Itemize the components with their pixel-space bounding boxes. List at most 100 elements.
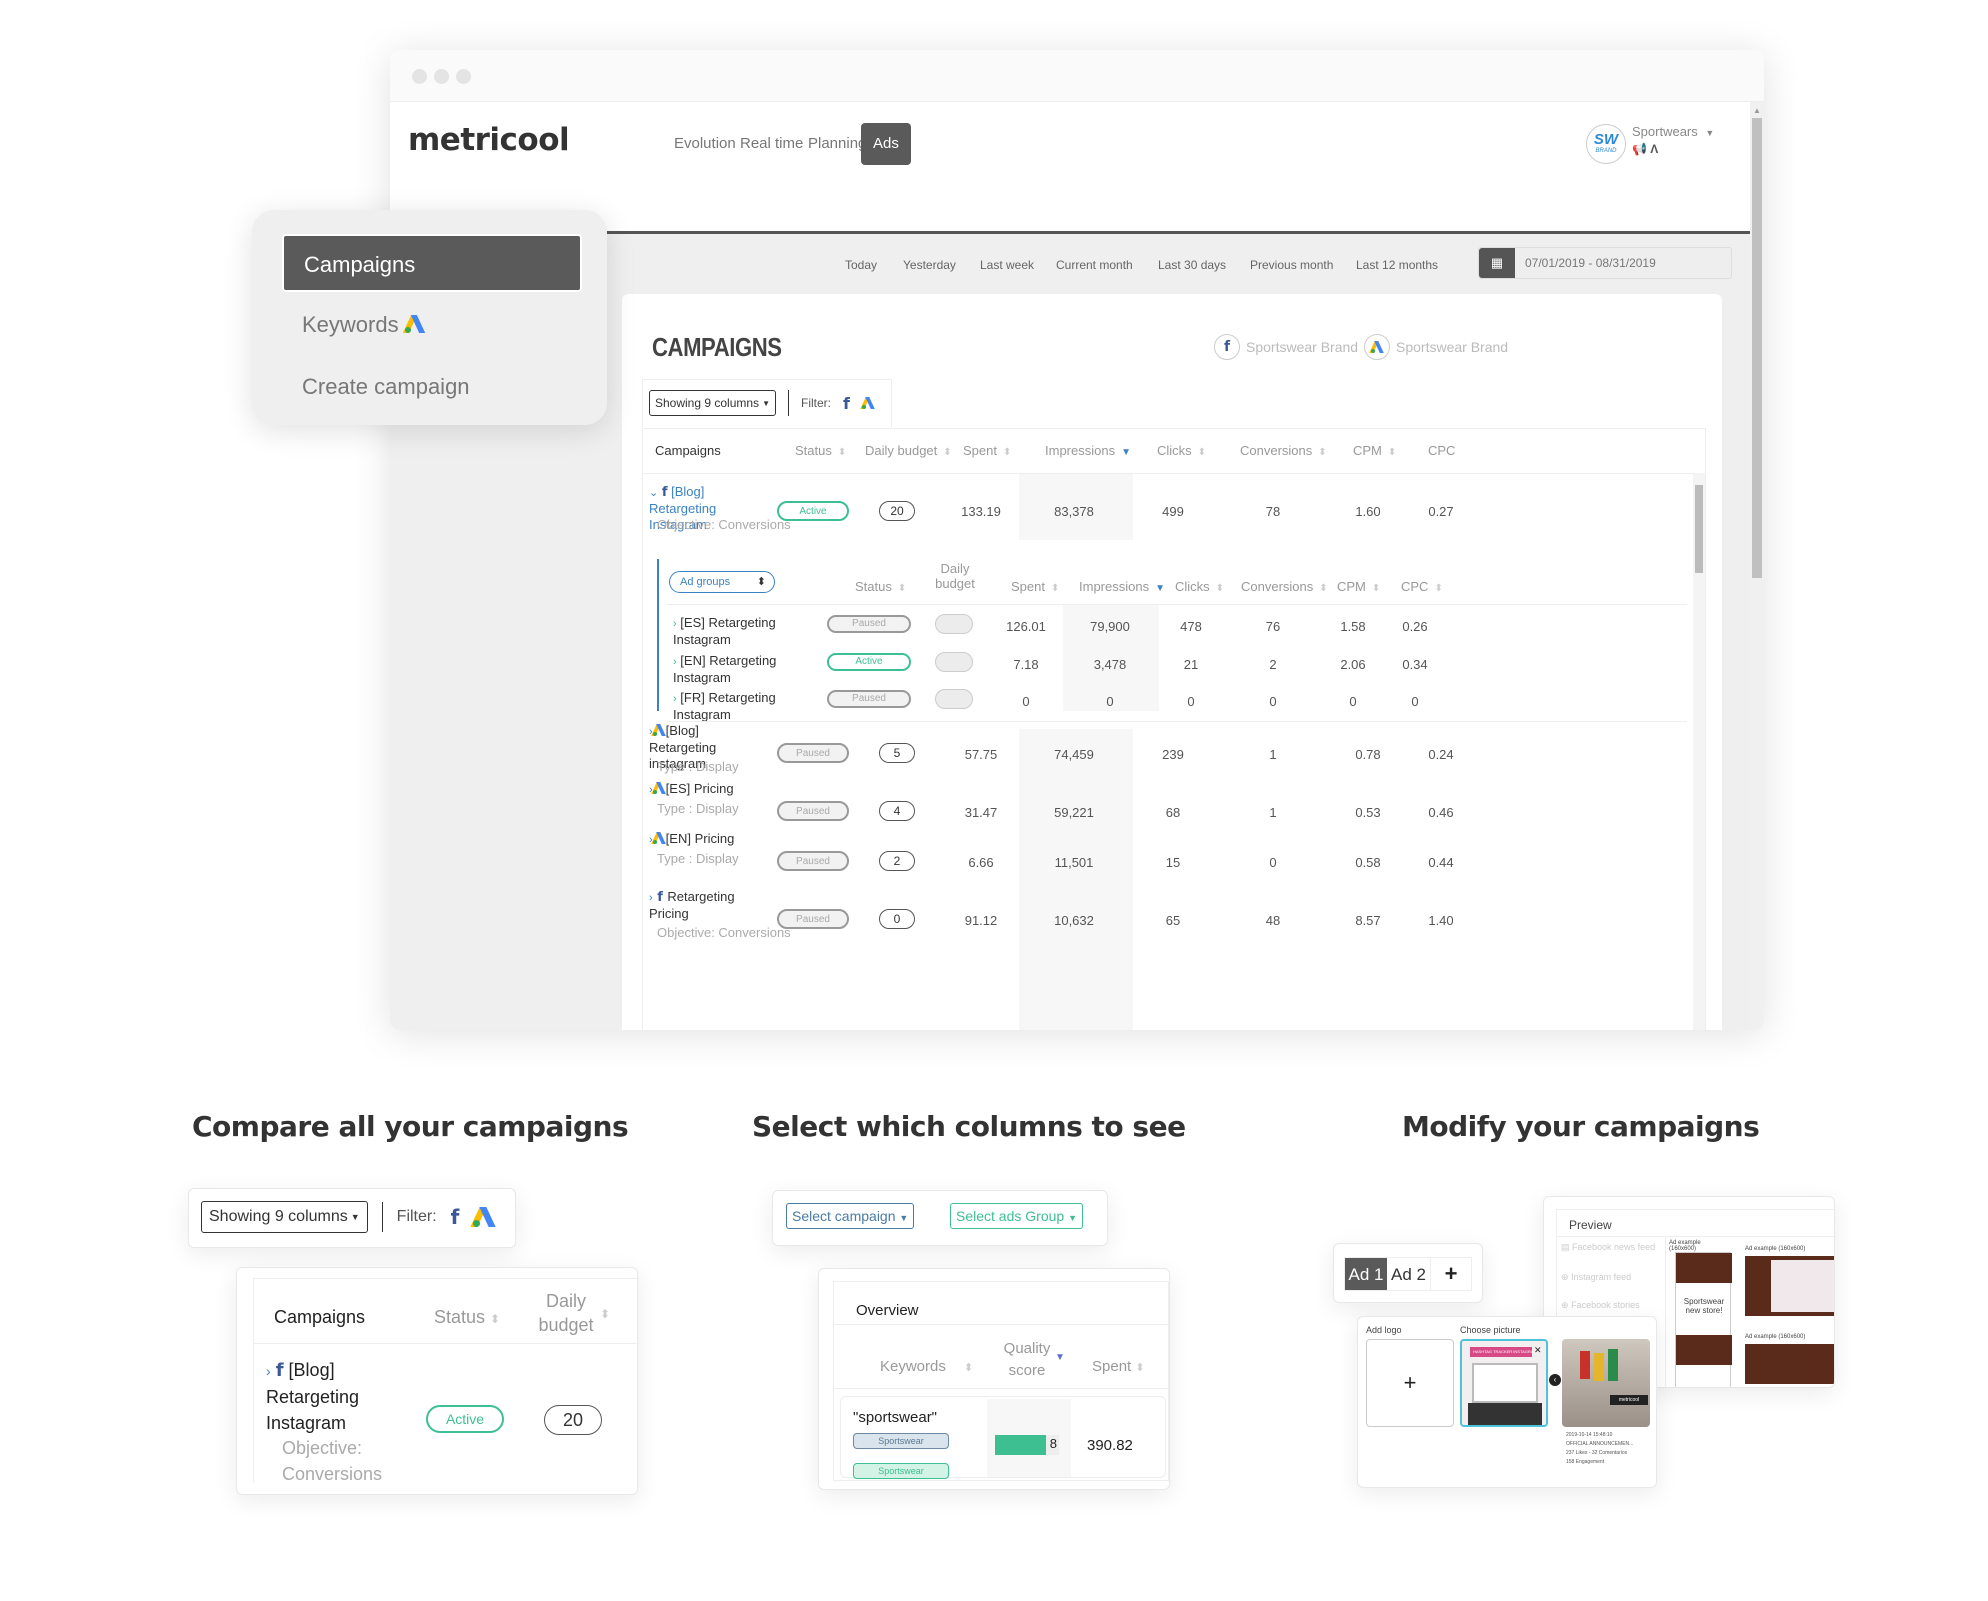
picture-option[interactable]: metricool bbox=[1562, 1339, 1650, 1427]
tab-ad-2[interactable]: Ad 2 bbox=[1387, 1258, 1431, 1290]
menu-item-keywords[interactable]: Keywords bbox=[282, 296, 582, 354]
columns-select-button[interactable]: Showing 9 columns ▼ bbox=[649, 390, 776, 416]
range-current-month[interactable]: Current month bbox=[1056, 258, 1133, 272]
window-maximize-dot[interactable] bbox=[456, 69, 471, 84]
col-clicks[interactable]: Clicks ⬍ bbox=[1157, 429, 1206, 473]
brand-switcher[interactable]: Sportwears ▼ bbox=[1632, 124, 1714, 139]
adgroup-name[interactable]: › [ES] Retargeting Instagram bbox=[673, 615, 823, 648]
range-last-week[interactable]: Last week bbox=[980, 258, 1034, 272]
sub-col-status[interactable]: Status ⬍ bbox=[855, 569, 906, 613]
calendar-icon[interactable]: ▦ bbox=[1479, 248, 1515, 278]
sub-col-cpc[interactable]: CPC ⬍ bbox=[1401, 569, 1443, 613]
scroll-thumb[interactable] bbox=[1752, 118, 1762, 578]
range-previous-month[interactable]: Previous month bbox=[1250, 258, 1333, 272]
add-ad-button[interactable]: + bbox=[1431, 1258, 1471, 1290]
daily-budget-value[interactable]: 2 bbox=[879, 851, 915, 871]
campaign-name[interactable]: › [EN] Pricing bbox=[649, 831, 769, 848]
adgroup-name[interactable]: › [FR] Retargeting Instagram bbox=[673, 690, 823, 723]
placement-facebook-news-feed[interactable]: ▤ Facebook news feed bbox=[1561, 1242, 1661, 1253]
date-range-picker[interactable]: ▦ 07/01/2019 - 08/31/2019 bbox=[1478, 247, 1732, 279]
status-badge[interactable]: Paused bbox=[827, 615, 911, 633]
post-date: 2019-10-14 15:48:10 bbox=[1566, 1432, 1613, 1438]
columns-select-button[interactable]: Showing 9 columns ▼ bbox=[201, 1201, 368, 1233]
col-conversions[interactable]: Conversions ⬍ bbox=[1240, 429, 1327, 473]
scroll-thumb[interactable] bbox=[1695, 485, 1703, 573]
col-daily-budget[interactable]: Daily budget ⬍ bbox=[865, 429, 952, 473]
col-impressions[interactable]: Impressions ▼ bbox=[1045, 429, 1131, 473]
range-today[interactable]: Today bbox=[845, 258, 877, 272]
daily-budget-value[interactable]: 5 bbox=[879, 743, 915, 763]
adgroup-name[interactable]: › [EN] Retargeting Instagram bbox=[673, 653, 823, 686]
laptop-image bbox=[1472, 1363, 1538, 1403]
keyword-row[interactable]: "sportswear" Sportswear Sportswear 8 390… bbox=[840, 1396, 1166, 1479]
select-campaign-dropdown[interactable]: Select campaign ▼ bbox=[786, 1203, 915, 1229]
ad-example-tall[interactable]: Sportswear new store! bbox=[1675, 1252, 1732, 1387]
daily-budget-value[interactable] bbox=[935, 652, 973, 672]
placement-facebook-stories[interactable]: ⊕ Facebook stories bbox=[1561, 1300, 1661, 1311]
range-yesterday[interactable]: Yesterday bbox=[903, 258, 956, 272]
window-minimize-dot[interactable] bbox=[434, 69, 449, 84]
window-close-dot[interactable] bbox=[412, 69, 427, 84]
filter-facebook-icon[interactable]: f bbox=[843, 394, 850, 413]
daily-budget-value[interactable]: 20 bbox=[544, 1405, 602, 1435]
account-google-ads[interactable]: Sportswear Brand bbox=[1364, 334, 1508, 360]
col-status[interactable]: Status ⬍ bbox=[434, 1307, 500, 1328]
close-icon[interactable]: ✕ bbox=[1534, 1345, 1542, 1356]
ad-example-wide[interactable] bbox=[1745, 1256, 1834, 1316]
brand-avatar[interactable]: SW BRAND bbox=[1586, 124, 1626, 164]
tab-ad-1[interactable]: Ad 1 bbox=[1345, 1258, 1387, 1290]
status-badge[interactable]: Active bbox=[827, 653, 911, 671]
col-cpc[interactable]: CPC bbox=[1428, 429, 1455, 473]
metricool-logo[interactable]: metricool bbox=[408, 122, 570, 158]
status-badge[interactable]: Paused bbox=[827, 690, 911, 708]
sub-col-conversions[interactable]: Conversions ⬍ bbox=[1241, 569, 1328, 613]
col-quality-score[interactable]: Quality score bbox=[1002, 1338, 1052, 1382]
status-badge[interactable]: Paused bbox=[777, 909, 849, 929]
add-logo-button[interactable]: + bbox=[1366, 1339, 1454, 1427]
col-campaigns[interactable]: Campaigns bbox=[655, 429, 721, 473]
col-spent[interactable]: Spent ⬍ bbox=[1092, 1358, 1145, 1375]
col-cpm[interactable]: CPM ⬍ bbox=[1353, 429, 1396, 473]
campaign-name[interactable]: › [ES] Pricing bbox=[649, 781, 769, 798]
placement-instagram-feed[interactable]: ⊕ Instagram feed bbox=[1561, 1272, 1661, 1283]
status-badge[interactable]: Active bbox=[777, 501, 849, 521]
col-daily-budget[interactable]: Daily budget bbox=[536, 1289, 596, 1337]
campaign-tag: Sportswear bbox=[853, 1433, 949, 1449]
filter-google-ads-icon[interactable] bbox=[860, 397, 875, 409]
col-spent[interactable]: Spent ⬍ bbox=[963, 429, 1011, 473]
ad-example-wide[interactable] bbox=[1745, 1344, 1834, 1384]
adgroups-select[interactable]: Ad groups ⬍ bbox=[669, 571, 775, 593]
menu-item-campaigns[interactable]: Campaigns bbox=[282, 234, 582, 292]
carousel-prev-icon[interactable]: ‹ bbox=[1549, 1374, 1561, 1386]
status-badge[interactable]: Paused bbox=[777, 743, 849, 763]
status-badge[interactable]: Paused bbox=[777, 851, 849, 871]
daily-budget-value[interactable] bbox=[935, 614, 973, 634]
picture-option-selected[interactable]: HASHTAG TRACKER INSTAGRAM ✕ bbox=[1460, 1339, 1548, 1427]
select-ads-group-dropdown[interactable]: Select ads Group ▼ bbox=[950, 1203, 1083, 1229]
range-last-12-months[interactable]: Last 12 months bbox=[1356, 258, 1438, 272]
filter-facebook-icon[interactable]: f bbox=[451, 1205, 460, 1229]
col-keywords[interactable]: Keywords ⬍ bbox=[880, 1358, 973, 1375]
sub-col-clicks[interactable]: Clicks ⬍ bbox=[1175, 569, 1224, 613]
col-campaigns[interactable]: Campaigns bbox=[274, 1307, 365, 1328]
status-badge[interactable]: Active bbox=[426, 1405, 504, 1433]
filter-google-ads-icon[interactable] bbox=[470, 1207, 497, 1227]
col-status[interactable]: Status ⬍ bbox=[795, 429, 846, 473]
daily-budget-value[interactable] bbox=[935, 689, 973, 709]
daily-budget-value[interactable]: 4 bbox=[879, 801, 915, 821]
campaign-name[interactable]: › f [Blog] Retargeting Instagram bbox=[266, 1357, 396, 1436]
menu-item-create-campaign[interactable]: Create campaign bbox=[282, 358, 582, 416]
sub-col-spent[interactable]: Spent ⬍ bbox=[1011, 569, 1059, 613]
account-facebook[interactable]: f Sportswear Brand bbox=[1214, 334, 1358, 360]
sub-col-cpm[interactable]: CPM ⬍ bbox=[1337, 569, 1380, 613]
daily-budget-value[interactable]: 0 bbox=[879, 909, 915, 929]
nav-ads[interactable]: Ads bbox=[861, 123, 911, 165]
table-scrollbar[interactable] bbox=[1693, 473, 1705, 1030]
sub-col-daily-budget[interactable]: Daily budget bbox=[935, 561, 975, 595]
window-scrollbar[interactable]: ▲ bbox=[1750, 102, 1764, 1030]
range-last-30-days[interactable]: Last 30 days bbox=[1158, 258, 1226, 272]
daily-budget-value[interactable]: 20 bbox=[879, 501, 915, 521]
campaign-name[interactable]: › f Retargeting Pricing bbox=[649, 889, 769, 922]
status-badge[interactable]: Paused bbox=[777, 801, 849, 821]
scroll-up-icon[interactable]: ▲ bbox=[1753, 106, 1761, 115]
